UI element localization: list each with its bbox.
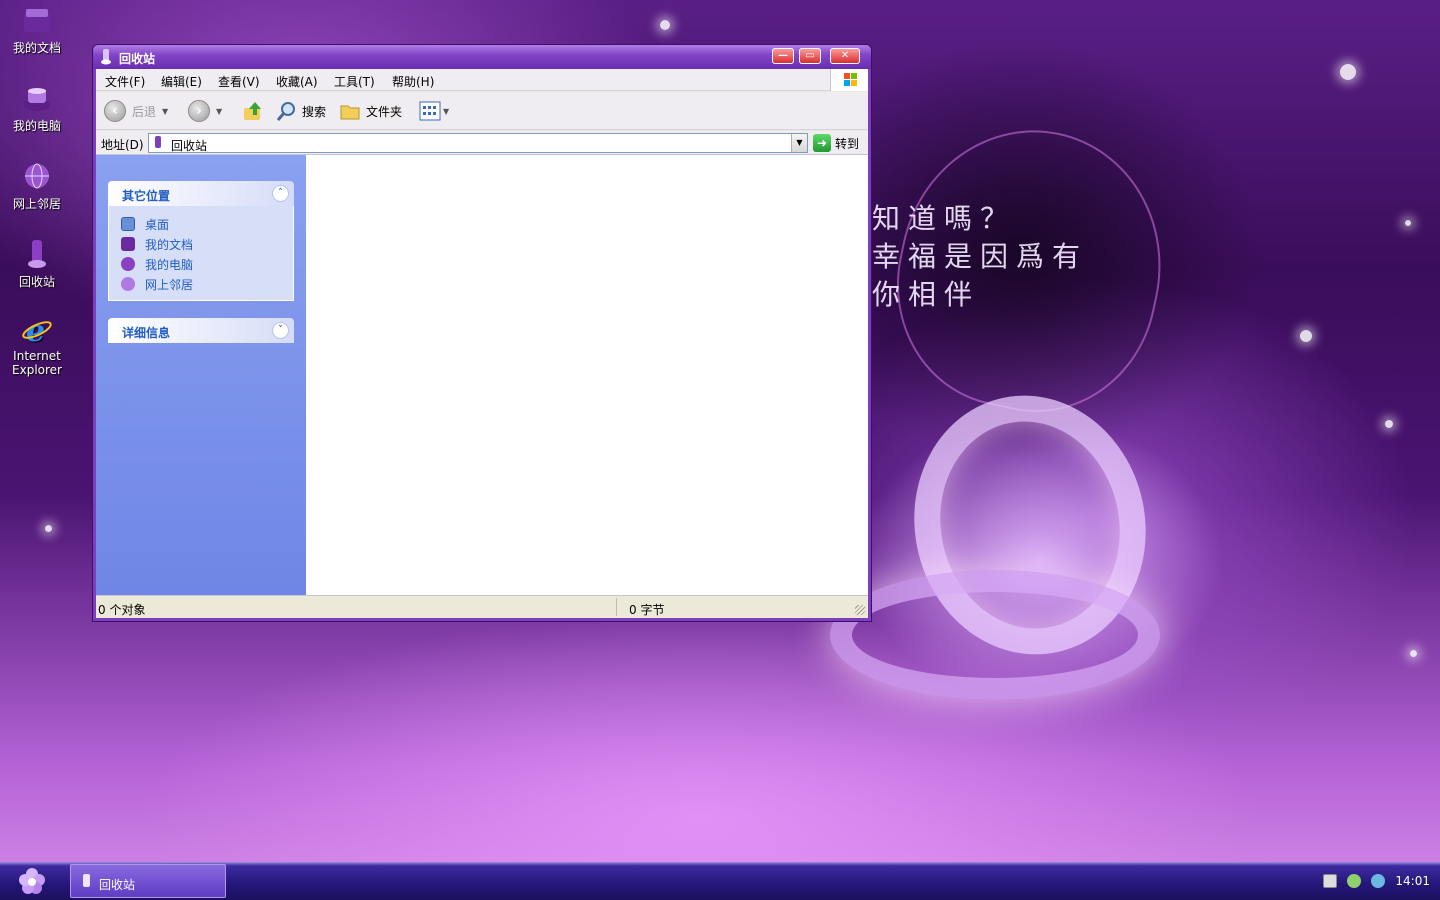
desktop-icon-my-computer[interactable]: 我的电脑 xyxy=(2,82,72,134)
views-button[interactable]: ▼ xyxy=(419,99,449,123)
window-titlebar[interactable]: 回收站 — ▭ ✕ xyxy=(93,45,871,69)
forward-arrow-icon: › xyxy=(188,100,210,122)
system-tray: 14:01 xyxy=(1310,864,1440,898)
details-header[interactable]: 详细信息 ˅ xyxy=(108,318,294,343)
other-places-header[interactable]: 其它位置 ˄ xyxy=(108,181,294,206)
recycle-bin-icon xyxy=(101,49,111,65)
chevron-down-icon: ▼ xyxy=(162,106,169,116)
wallpaper-sparkle xyxy=(1340,64,1356,80)
network-globe-icon xyxy=(21,160,53,192)
wallpaper-sparkle xyxy=(660,20,670,30)
desktop-icon xyxy=(121,217,135,231)
window-title: 回收站 xyxy=(119,52,156,66)
network-globe-icon xyxy=(121,277,135,291)
recycle-bin-icon xyxy=(155,136,161,148)
wallpaper-sparkle xyxy=(1300,330,1312,342)
keyboard-icon[interactable] xyxy=(1323,874,1338,888)
desktop-icon-network[interactable]: 网上邻居 xyxy=(2,160,72,212)
file-list-area[interactable] xyxy=(306,155,868,597)
wallpaper-sparkle xyxy=(1385,420,1393,428)
desktop-icon-recycle-bin[interactable]: 回收站 xyxy=(2,238,72,290)
menu-edit[interactable]: 编辑(E) xyxy=(161,73,202,90)
menu-favorites[interactable]: 收藏(A) xyxy=(276,73,318,90)
recycle-bin-icon xyxy=(21,238,53,270)
start-button[interactable] xyxy=(12,865,52,897)
link-network[interactable]: 网上邻居 xyxy=(121,274,293,294)
up-folder-button[interactable] xyxy=(242,99,264,123)
up-folder-icon xyxy=(244,102,261,120)
other-places-list: 桌面 我的文档 我的电脑 网上邻居 xyxy=(108,206,294,301)
internet-explorer-icon: e xyxy=(21,314,53,346)
chevron-down-icon: ▼ xyxy=(216,106,223,116)
maximize-button[interactable]: ▭ xyxy=(799,48,821,64)
expand-icon[interactable]: ˅ xyxy=(272,322,289,339)
link-my-computer[interactable]: 我的电脑 xyxy=(121,254,293,274)
menu-view[interactable]: 查看(V) xyxy=(218,73,260,90)
recycle-bin-window: 回收站 — ▭ ✕ 文件(F) 编辑(E) 查看(V) 收藏(A) 工具(T) … xyxy=(92,44,872,622)
wallpaper-sparkle xyxy=(45,525,52,532)
window-body: 文件(F) 编辑(E) 查看(V) 收藏(A) 工具(T) 帮助(H) ‹ 后退… xyxy=(96,69,868,618)
computer-icon xyxy=(21,82,53,114)
resize-grip[interactable] xyxy=(855,605,865,615)
back-arrow-icon: ‹ xyxy=(104,100,126,122)
windows-flag-icon xyxy=(830,69,868,91)
go-arrow-icon: ➜ xyxy=(813,134,831,152)
menu-help[interactable]: 帮助(H) xyxy=(392,73,434,90)
search-icon xyxy=(276,102,295,121)
menu-tools[interactable]: 工具(T) xyxy=(334,73,375,90)
status-divider xyxy=(616,598,617,616)
address-label: 地址(D) xyxy=(101,138,144,152)
close-button[interactable]: ✕ xyxy=(830,48,860,64)
forward-button[interactable]: › ▼ xyxy=(188,99,222,123)
folder-icon xyxy=(21,4,53,36)
views-grid-icon xyxy=(419,101,441,121)
taskbar-button-recycle-bin[interactable]: 回收站 xyxy=(70,864,226,898)
link-desktop[interactable]: 桌面 xyxy=(121,214,293,234)
wallpaper-sparkle xyxy=(1405,220,1411,226)
back-button[interactable]: ‹ 后退 ▼ xyxy=(104,99,168,123)
flower-start-icon xyxy=(19,868,45,894)
recycle-bin-icon xyxy=(83,874,90,887)
computer-icon xyxy=(121,257,135,271)
go-button[interactable]: ➜ 转到 xyxy=(813,133,859,153)
link-my-documents[interactable]: 我的文档 xyxy=(121,234,293,254)
desktop-icon-my-documents[interactable]: 我的文档 xyxy=(2,4,72,56)
toolbar: ‹ 后退 ▼ › ▼ 搜索 文件夹 ▼ xyxy=(96,92,868,130)
status-object-count: 0 个对象 xyxy=(98,603,146,617)
wallpaper-ring-base xyxy=(830,570,1160,700)
menu-bar: 文件(F) 编辑(E) 查看(V) 收藏(A) 工具(T) 帮助(H) xyxy=(96,69,868,91)
minimize-button[interactable]: — xyxy=(772,48,794,64)
chevron-down-icon: ▼ xyxy=(443,106,450,116)
task-pane: 其它位置 ˄ 桌面 我的文档 我的电脑 网上邻居 详细信息 ˅ xyxy=(96,155,306,597)
other-places-panel: 其它位置 ˄ 桌面 我的文档 我的电脑 网上邻居 xyxy=(108,181,294,301)
wallpaper-text: 知道嗎？ 幸福是因爲有 你相伴 xyxy=(872,202,1089,311)
folders-button[interactable]: 文件夹 xyxy=(339,99,402,123)
status-bar: 0 个对象 0 字节 xyxy=(96,595,868,618)
desktop-icon-internet-explorer[interactable]: e Internet Explorer xyxy=(2,314,72,377)
folder-icon xyxy=(340,105,360,120)
folder-icon xyxy=(121,237,135,251)
address-dropdown-button[interactable]: ▼ xyxy=(791,134,807,152)
volume-icon[interactable] xyxy=(1371,874,1386,888)
network-status-icon[interactable] xyxy=(1347,874,1362,888)
address-input[interactable]: 回收站 ▼ xyxy=(148,133,808,153)
clock[interactable]: 14:01 xyxy=(1395,874,1430,888)
address-bar: 地址(D) 回收站 ▼ ➜ 转到 xyxy=(96,131,868,155)
wallpaper-sparkle xyxy=(1410,650,1417,657)
menu-file[interactable]: 文件(F) xyxy=(105,73,145,90)
taskbar: 回收站 14:01 xyxy=(0,862,1440,900)
status-size: 0 字节 xyxy=(629,603,665,617)
collapse-icon[interactable]: ˄ xyxy=(272,185,289,202)
details-panel: 详细信息 ˅ xyxy=(108,318,294,343)
address-value: 回收站 xyxy=(171,139,208,153)
search-button[interactable]: 搜索 xyxy=(276,99,326,123)
